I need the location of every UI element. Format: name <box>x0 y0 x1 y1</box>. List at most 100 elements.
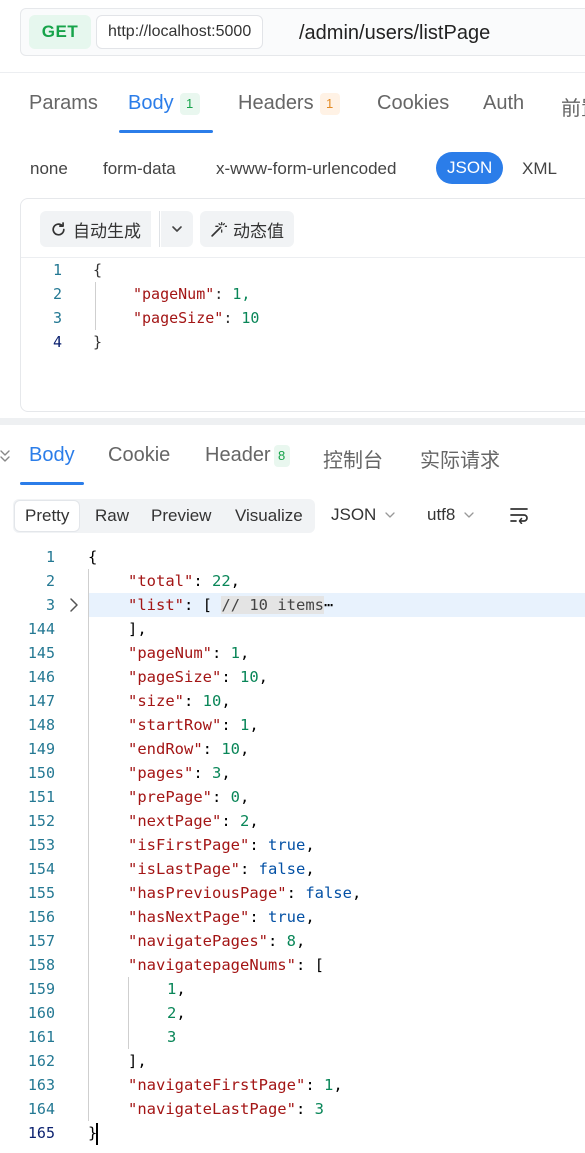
json-value: 10 <box>221 740 240 758</box>
json-value: 1 <box>240 716 250 734</box>
tab-label: Headers <box>238 92 314 114</box>
response-tab-console[interactable]: 控制台 <box>323 444 383 473</box>
chevron-down-icon <box>464 512 475 518</box>
json-value: 3 <box>167 1028 177 1046</box>
path-input[interactable]: /admin/users/listPage <box>299 9 490 57</box>
tab-headers[interactable]: Headers 1 <box>238 92 340 115</box>
json-key: "pageSize" <box>133 309 224 327</box>
panel-resizer[interactable] <box>0 418 585 425</box>
active-tab-indicator <box>119 130 213 133</box>
json-value: 3 <box>212 764 222 782</box>
json-key: "pageNum" <box>128 644 212 662</box>
tab-pre-request[interactable]: 前置 <box>561 92 585 121</box>
active-tab-indicator <box>20 482 84 485</box>
response-tab-body[interactable]: Body <box>29 444 75 467</box>
json-value: 2 <box>167 1004 177 1022</box>
line-number: 158 <box>27 956 55 974</box>
response-tab-actual-request[interactable]: 实际请求 <box>420 444 500 473</box>
code-line: "pageSize": 10, <box>128 668 269 686</box>
auto-generate-dropdown[interactable] <box>161 211 193 247</box>
auto-generate-button[interactable]: 自动生成 <box>40 211 151 247</box>
json-value: 1 <box>230 644 241 662</box>
json-key: "isFirstPage" <box>128 836 250 854</box>
tab-label: Auth <box>483 92 525 114</box>
code-line: "navigatePages": 8, <box>128 932 306 950</box>
view-visualize[interactable]: Visualize <box>225 501 313 531</box>
code-line: "startRow": 1, <box>128 716 259 734</box>
body-type-xml[interactable]: XML <box>522 157 557 181</box>
encoding-select[interactable]: utf8 <box>427 503 475 527</box>
chevron-down-icon <box>385 512 395 518</box>
response-tab-header[interactable]: Header 8 <box>205 444 290 467</box>
request-body-editor[interactable]: 自动生成 动态值 <box>20 198 585 412</box>
json-value: false <box>258 860 306 878</box>
indent-guide <box>95 282 96 330</box>
json-value: 3 <box>314 1100 324 1118</box>
json-key: "endRow" <box>128 740 203 758</box>
json-value: 1 <box>323 1076 334 1094</box>
ellipsis-icon[interactable]: ⋯ <box>324 596 333 614</box>
line-number: 161 <box>27 1028 55 1046</box>
body-type-none[interactable]: none <box>30 157 68 181</box>
collapse-icon[interactable] <box>0 448 12 464</box>
button-divider <box>159 211 160 247</box>
tab-cookies[interactable]: Cookies <box>377 92 449 115</box>
line-number: 146 <box>27 668 55 686</box>
line-number: 159 <box>27 980 55 998</box>
json-key: "pageNum" <box>133 285 215 303</box>
http-method-selector[interactable]: GET <box>29 15 91 49</box>
format-value: JSON <box>331 505 377 524</box>
format-select[interactable]: JSON <box>331 503 396 527</box>
line-number: 150 <box>27 764 55 782</box>
auto-generate-label: 自动生成 <box>73 221 141 241</box>
code-line: "isFirstPage": true, <box>128 836 315 854</box>
view-preview[interactable]: Preview <box>141 501 221 531</box>
divider <box>0 72 585 73</box>
line-number: 151 <box>27 788 55 806</box>
json-key: "pageSize" <box>128 668 222 686</box>
view-raw[interactable]: Raw <box>85 501 139 531</box>
json-value: true <box>268 836 306 854</box>
tab-body[interactable]: Body 1 <box>128 92 200 115</box>
line-number: 2 <box>45 572 55 590</box>
response-tab-cookie[interactable]: Cookie <box>108 444 170 467</box>
json-key: "total" <box>128 572 194 590</box>
code-line: "nextPage": 2, <box>128 812 259 830</box>
body-type-urlencoded[interactable]: x-www-form-urlencoded <box>216 157 396 181</box>
code-line: "total": 22, <box>128 572 241 590</box>
chevron-right-icon[interactable] <box>68 597 80 613</box>
code-line: "endRow": 10, <box>128 740 250 758</box>
code-line: { <box>93 261 103 279</box>
folded-comment[interactable]: // 10 items <box>221 596 325 614</box>
json-value: 10 <box>240 668 259 686</box>
wrap-lines-icon[interactable] <box>509 506 529 524</box>
dynamic-value-button[interactable]: 动态值 <box>200 211 294 247</box>
line-number: 148 <box>27 716 55 734</box>
code-line: 2, <box>167 1004 186 1022</box>
body-type-form-data[interactable]: form-data <box>103 157 176 181</box>
code-line: "pageNum": 1, <box>133 285 251 303</box>
indent-guide <box>88 569 89 1121</box>
json-value: 22 <box>212 572 231 590</box>
tab-params[interactable]: Params <box>29 92 98 115</box>
line-number: 152 <box>27 812 55 830</box>
code-line: "pageSize": 10 <box>133 309 260 327</box>
json-key: "isLastPage" <box>128 860 240 878</box>
tab-auth[interactable]: Auth <box>483 92 524 115</box>
json-value: 0 <box>230 788 241 806</box>
line-number: 162 <box>27 1052 55 1070</box>
json-key: "navigateLastPage" <box>128 1100 296 1118</box>
code-line: "hasPreviousPage": false, <box>128 884 362 902</box>
json-key: "hasPreviousPage" <box>128 884 287 902</box>
json-key: "startRow" <box>128 716 222 734</box>
dynamic-value-label: 动态值 <box>233 221 284 241</box>
view-pretty[interactable]: Pretty <box>15 501 80 531</box>
url-bar: GET http://localhost:5000 /admin/users/l… <box>20 8 585 56</box>
line-number: 145 <box>27 644 55 662</box>
json-key: "list" <box>128 596 184 614</box>
base-url-field[interactable]: http://localhost:5000 <box>96 15 264 49</box>
code-line[interactable]: "list": [ // 10 items⋯ <box>128 593 333 617</box>
body-type-json[interactable]: JSON <box>436 152 504 184</box>
json-key: "prePage" <box>128 788 212 806</box>
refresh-icon <box>52 221 65 236</box>
